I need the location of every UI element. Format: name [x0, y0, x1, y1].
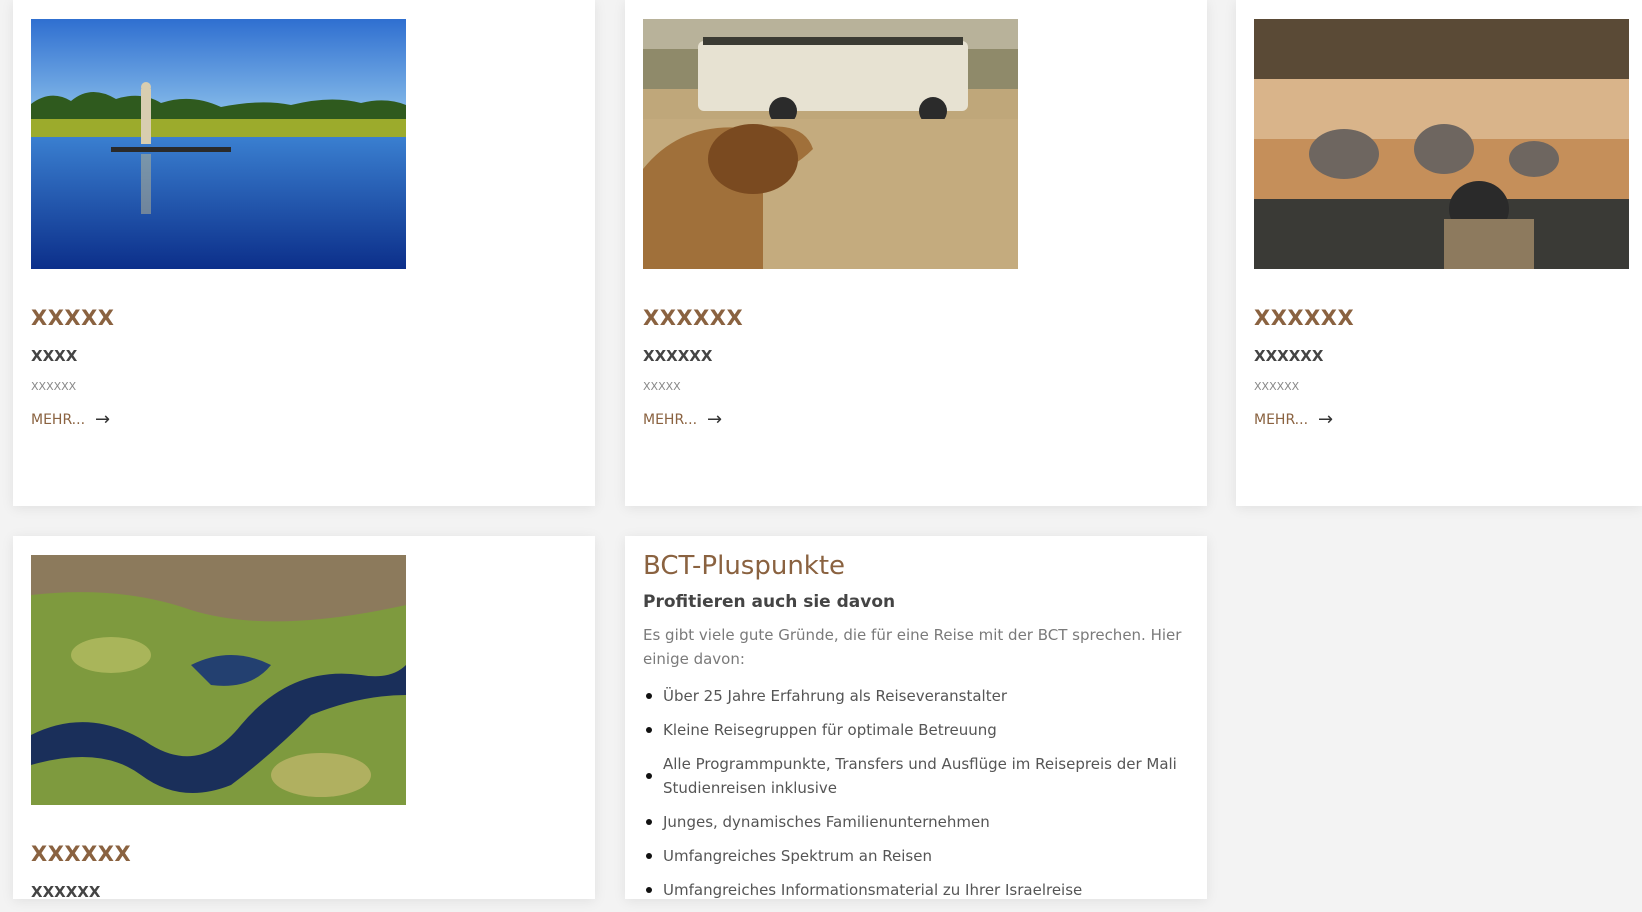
bullet-icon	[646, 773, 652, 779]
card-title: XXXXXX	[31, 842, 132, 866]
card-subtitle: XXXXXX	[643, 347, 713, 365]
card-subtitle: XXXXXX	[1254, 347, 1324, 365]
card-title: XXXXXX	[643, 306, 744, 330]
more-label: MEHR...	[643, 412, 698, 428]
more-link[interactable]: MEHR... →	[31, 411, 110, 429]
list-item-text: Umfangreiches Spektrum an Reisen	[663, 847, 932, 865]
tour-card-3: XXXXXX XXXXXX XXXXXX MEHR... →	[1236, 0, 1642, 506]
list-item: Umfangreiches Informationsmaterial zu Ih…	[643, 878, 1188, 902]
bullet-icon	[646, 853, 652, 859]
list-item-text: Kleine Reisegruppen für optimale Betreuu…	[663, 721, 997, 739]
card-meta: XXXXX	[643, 380, 681, 393]
lion-safari-photo[interactable]	[643, 19, 1018, 269]
card-title: XXXXXX	[1254, 306, 1355, 330]
bullet-icon	[646, 819, 652, 825]
card-subtitle: XXXX	[31, 347, 78, 365]
more-label: MEHR...	[31, 412, 86, 428]
list-item: Alle Programmpunkte, Transfers und Ausfl…	[643, 752, 1188, 800]
pluspunkte-subtitle: Profitieren auch sie davon	[643, 592, 896, 612]
elephant-game-drive-photo[interactable]	[1254, 19, 1629, 269]
pluspunkte-panel: BCT-Pluspunkte Profitieren auch sie davo…	[625, 536, 1207, 899]
arrow-right-icon: →	[707, 409, 723, 430]
card-title: XXXXX	[31, 306, 115, 330]
more-link[interactable]: MEHR... →	[1254, 411, 1333, 429]
tour-card-4: XXXXXX XXXXXX	[13, 536, 595, 901]
pluspunkte-intro: Es gibt viele gute Gründe, die für eine …	[643, 626, 1182, 668]
list-item-text: Junges, dynamisches Familienunternehmen	[663, 813, 990, 831]
tour-card-1: XXXXX XXXX XXXXXX MEHR... →	[13, 0, 595, 506]
list-item: Junges, dynamisches Familienunternehmen	[643, 810, 1188, 834]
card-subtitle: XXXXXX	[31, 883, 101, 901]
list-item-text: Über 25 Jahre Erfahrung als Reiseveranst…	[663, 687, 1008, 705]
arrow-right-icon: →	[95, 409, 111, 430]
bullet-icon	[646, 693, 652, 699]
card-meta: XXXXXX	[1254, 380, 1300, 393]
pluspunkte-title: BCT-Pluspunkte	[643, 551, 846, 581]
mokoro-canoe-photo[interactable]	[31, 19, 406, 269]
tour-card-2: XXXXXX XXXXXX XXXXX MEHR... →	[625, 0, 1207, 506]
bullet-icon	[646, 727, 652, 733]
card-meta: XXXXXX	[31, 380, 77, 393]
bullet-icon	[646, 887, 652, 893]
more-label: MEHR...	[1254, 412, 1309, 428]
arrow-right-icon: →	[1318, 409, 1334, 430]
list-item: Über 25 Jahre Erfahrung als Reiseveranst…	[643, 684, 1188, 708]
list-item-text: Umfangreiches Informationsmaterial zu Ih…	[663, 881, 1083, 899]
pluspunkte-list: Über 25 Jahre Erfahrung als Reiseveranst…	[643, 684, 1188, 912]
list-item-text: Alle Programmpunkte, Transfers und Ausfl…	[663, 755, 1177, 797]
more-link[interactable]: MEHR... →	[643, 411, 722, 429]
delta-aerial-photo[interactable]	[31, 555, 406, 805]
list-item: Umfangreiches Spektrum an Reisen	[643, 844, 1188, 868]
list-item: Kleine Reisegruppen für optimale Betreuu…	[643, 718, 1188, 742]
